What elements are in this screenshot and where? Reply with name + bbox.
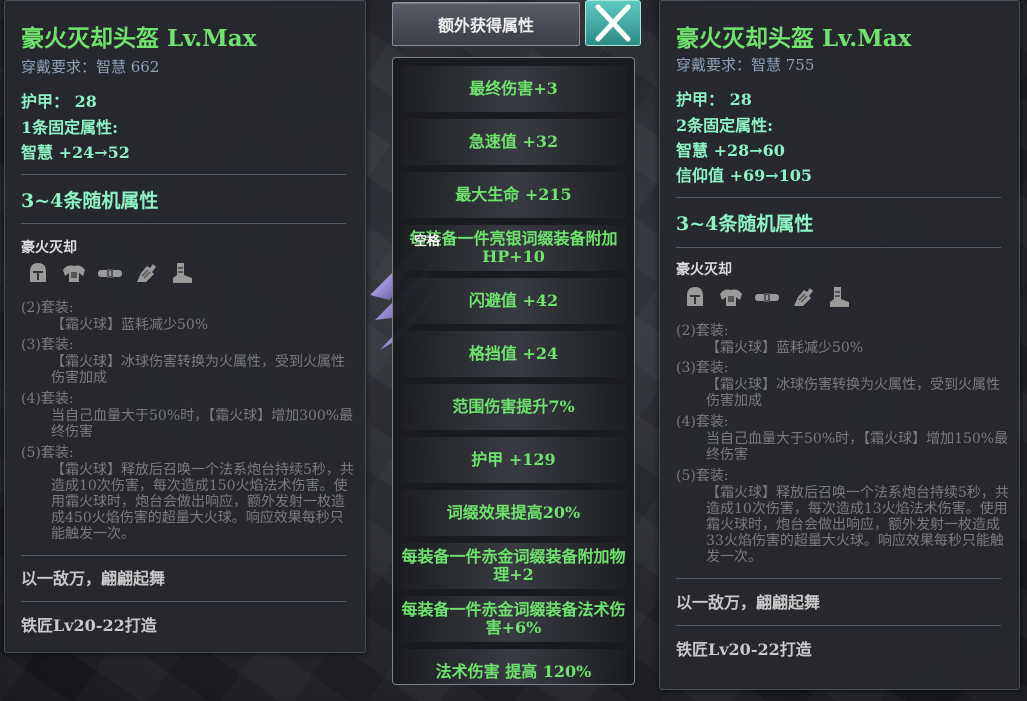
set-bonus-label: (3)套装: — [21, 337, 74, 353]
random-attr-header: 3~4条随机属性 — [21, 190, 159, 212]
list-item: 每装备一件赤金词缀装备附加物理+2 — [401, 543, 626, 589]
set-name: 豪火灭却 — [21, 240, 77, 256]
tab-extra-attributes[interactable]: 额外获得属性 — [392, 2, 580, 46]
set-bonus-label: (5)套装: — [676, 468, 729, 484]
set-piece-icons — [682, 284, 852, 310]
fixed-attr: 信仰值 +69→105 — [676, 166, 813, 185]
divider — [676, 578, 1001, 579]
set-bonus-desc: 【霜火球】冰球伤害转换为火属性，受到火属性伤害加成 — [706, 377, 1000, 409]
set-bonus-label: (4)套装: — [676, 414, 729, 430]
craft-info: 铁匠Lv20-22打造 — [21, 616, 157, 635]
boots-icon[interactable] — [169, 260, 195, 286]
set-bonus-desc: 【霜火球】蓝耗减少50% — [706, 340, 864, 356]
wear-requirement: 穿戴要求：智慧 755 — [676, 56, 815, 74]
flavor-text: 以一敌万，翩翩起舞 — [676, 593, 821, 612]
set-bonus-label: (4)套装: — [21, 391, 74, 407]
set-bonus-desc: 【霜火球】蓝耗减少50% — [51, 317, 209, 333]
set-bonus-label: (2)套装: — [21, 300, 74, 316]
craft-info: 铁匠Lv20-22打造 — [676, 640, 812, 659]
item-tooltip-current: 豪火灭却头盔 Lv.Max 穿戴要求：智慧 662 护甲： 28 1条固定属性:… — [4, 0, 366, 653]
list-item: 最大生命 +215 — [401, 172, 626, 218]
belt-icon[interactable] — [97, 260, 123, 286]
shoulder-icon[interactable] — [61, 260, 87, 286]
space-key-hint: 空格 — [414, 234, 441, 249]
extra-attribute-list[interactable]: 最终伤害+3 急速值 +32 最大生命 +215 每装备一件亮银词缀装备附加HP… — [392, 57, 635, 685]
list-item: 护甲 +129 — [401, 437, 626, 483]
divider — [21, 174, 346, 175]
list-item: 范围伤害提升7% — [401, 384, 626, 430]
armor-stat: 护甲： 28 — [676, 90, 752, 109]
fixed-attr-header: 1条固定属性: — [21, 118, 119, 137]
item-title: 豪火灭却头盔 Lv.Max — [676, 25, 912, 52]
glove-icon[interactable] — [790, 284, 816, 310]
list-item: 最终伤害+3 — [401, 66, 626, 112]
helmet-icon[interactable] — [25, 260, 51, 286]
item-tooltip-compare: 豪火灭却头盔 Lv.Max 穿戴要求：智慧 755 护甲： 28 2条固定属性:… — [659, 0, 1020, 690]
divider — [21, 555, 346, 556]
random-attr-header: 3~4条随机属性 — [676, 213, 814, 235]
set-bonus-desc: 【霜火球】冰球伤害转换为火属性，受到火属性伤害加成 — [51, 354, 345, 386]
set-name: 豪火灭却 — [676, 262, 732, 278]
list-item: 格挡值 +24 — [401, 331, 626, 377]
divider — [21, 601, 346, 602]
fixed-attr: 智慧 +24→52 — [21, 143, 130, 162]
boots-icon[interactable] — [826, 284, 852, 310]
list-item: 闪避值 +42 — [401, 278, 626, 324]
armor-stat: 护甲： 28 — [21, 92, 97, 111]
divider — [21, 223, 346, 224]
glove-icon[interactable] — [133, 260, 159, 286]
divider — [676, 247, 1001, 248]
set-bonus-desc: 当自己血量大于50%时，【霜火球】增加300%最终伤害 — [51, 408, 354, 440]
divider — [676, 625, 1001, 626]
divider — [676, 197, 1001, 198]
list-item: 法术伤害 提高 120% — [401, 649, 626, 684]
belt-icon[interactable] — [754, 284, 780, 310]
close-button[interactable] — [585, 0, 641, 46]
fixed-attr: 智慧 +28→60 — [676, 141, 785, 160]
wear-requirement: 穿戴要求：智慧 662 — [21, 58, 160, 76]
set-bonus-desc: 【霜火球】释放后召唤一个法系炮台持续5秒，共造成10次伤害，每次造成13火焰法术… — [706, 485, 1009, 565]
set-bonus-label: (2)套装: — [676, 323, 729, 339]
set-bonus-label: (3)套装: — [676, 360, 729, 376]
list-item: 每装备一件赤金词缀装备法术伤害+6% — [401, 596, 626, 642]
list-item: 词缀效果提高20% — [401, 490, 626, 536]
item-title: 豪火灭却头盔 Lv.Max — [21, 25, 257, 52]
flavor-text: 以一敌万，翩翩起舞 — [21, 569, 166, 588]
set-piece-icons — [25, 260, 195, 286]
fixed-attr-header: 2条固定属性: — [676, 116, 774, 135]
shoulder-icon[interactable] — [718, 284, 744, 310]
set-bonus-desc: 【霜火球】释放后召唤一个法系炮台持续5秒，共造成10次伤害，每次造成150火焰法… — [51, 462, 354, 542]
set-bonus-desc: 当自己血量大于50%时，【霜火球】增加150%最终伤害 — [706, 431, 1009, 463]
set-bonus-label: (5)套装: — [21, 445, 74, 461]
list-item: 急速值 +32 — [401, 119, 626, 165]
close-icon — [595, 4, 631, 42]
helmet-icon[interactable] — [682, 284, 708, 310]
